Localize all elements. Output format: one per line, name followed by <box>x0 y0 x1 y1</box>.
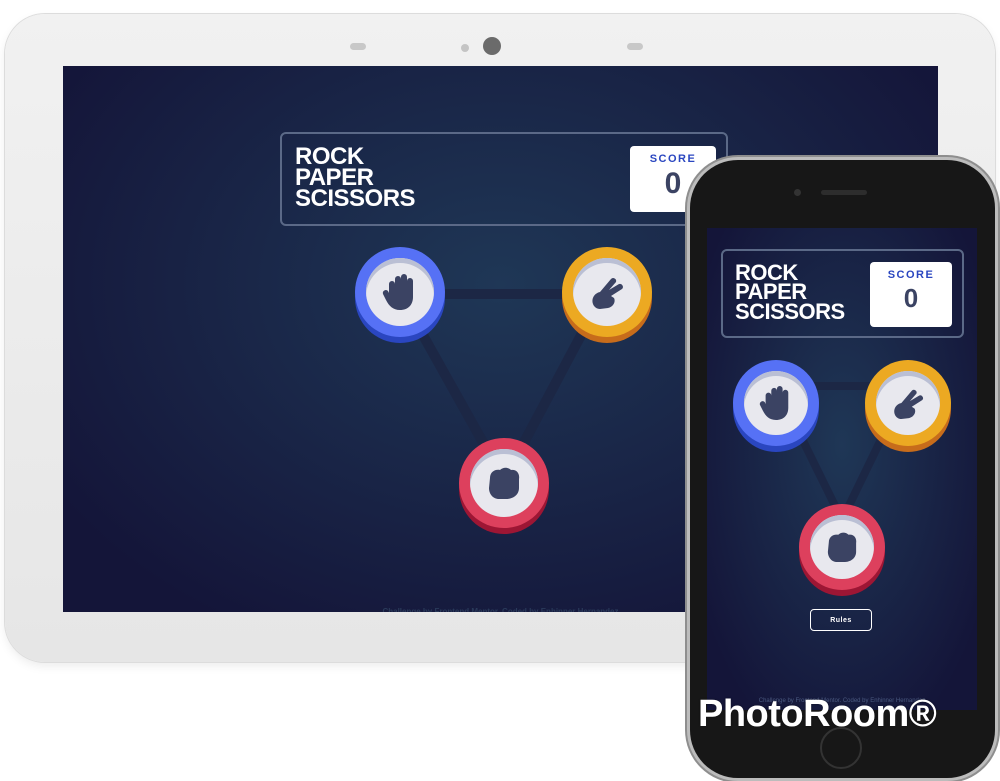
rules-button[interactable]: Rules <box>810 609 872 631</box>
tablet-sensor <box>461 44 469 52</box>
tablet-camera <box>483 37 501 55</box>
tablet-speaker-left <box>350 43 366 50</box>
hand-fist-icon <box>489 467 520 499</box>
hand-fist-icon <box>827 532 857 563</box>
phone-speaker <box>821 190 867 195</box>
paper-token[interactable] <box>355 247 445 337</box>
scissors-token[interactable] <box>562 247 652 337</box>
attribution-prefix: Challenge by <box>382 607 435 612</box>
phone-screen: ROCK PAPER SCISSORS SCORE 0 Rules Challe… <box>707 228 977 710</box>
hand-open-icon <box>759 386 789 420</box>
paper-token-mobile[interactable] <box>733 360 819 446</box>
hand-open-icon <box>382 274 413 310</box>
hand-scissors-icon <box>592 278 623 309</box>
triangle-lines-mobile <box>772 382 911 524</box>
tablet-speaker-right <box>627 43 643 50</box>
attribution-author-link[interactable]: Enhinner Hernandez <box>541 607 619 612</box>
photoroom-watermark: PhotoRoom® <box>698 693 937 735</box>
rock-token-mobile[interactable] <box>799 504 885 590</box>
attribution-middle: . Coded by <box>497 607 541 612</box>
phone-device: ROCK PAPER SCISSORS SCORE 0 Rules Challe… <box>690 160 995 778</box>
attribution-site-link[interactable]: Frontend Mentor <box>434 607 497 612</box>
scissors-token-mobile[interactable] <box>865 360 951 446</box>
rock-token[interactable] <box>459 438 549 528</box>
phone-camera <box>794 189 801 196</box>
hand-scissors-icon <box>894 389 924 420</box>
